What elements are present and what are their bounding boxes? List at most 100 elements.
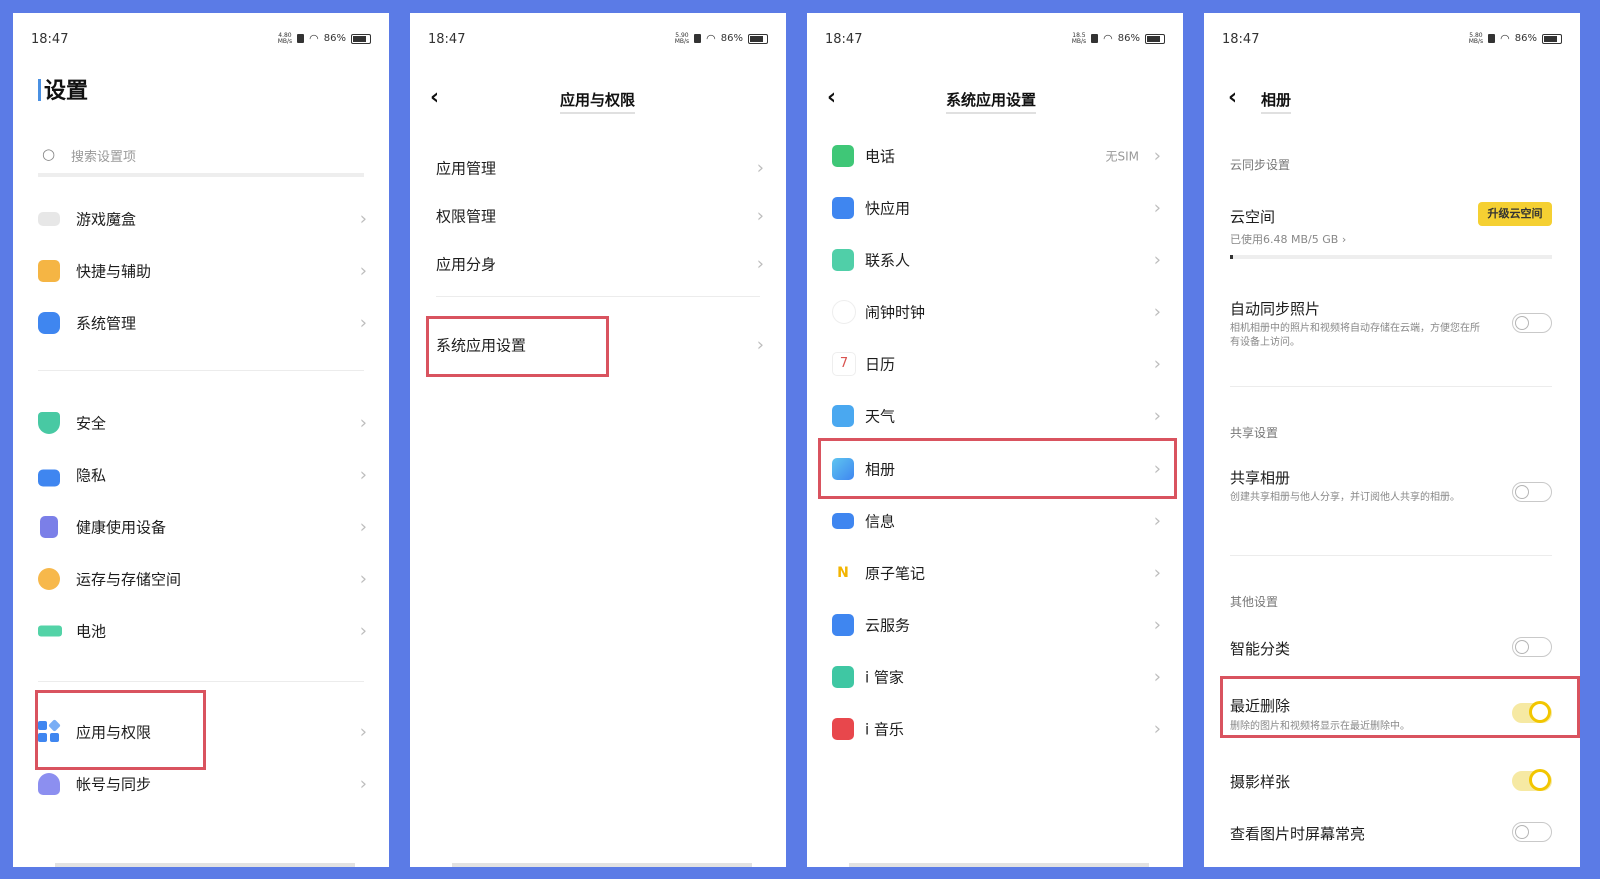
manager-icon	[832, 666, 854, 688]
network-speed: 18.5 MB/s	[1071, 31, 1087, 45]
cloud-usage-bar	[1230, 255, 1552, 259]
search-icon: ○	[42, 145, 56, 163]
back-arrow-icon[interactable]: ‹	[430, 87, 439, 109]
list-item-app-management[interactable]: 应用管理 ›	[410, 142, 786, 194]
notes-icon: N	[832, 562, 854, 584]
battery-percent: 86%	[1117, 33, 1140, 44]
auto-sync-toggle[interactable]	[1512, 313, 1552, 333]
status-time: 18:47	[31, 32, 69, 47]
account-icon	[38, 773, 60, 795]
app-item-contacts[interactable]: 联系人 ›	[807, 234, 1183, 286]
app-item-cloud[interactable]: 云服务 ›	[807, 599, 1183, 651]
settings-item-shortcut[interactable]: 快捷与辅助 ›	[13, 245, 389, 297]
chevron-right-icon: ›	[359, 260, 367, 282]
clock-icon	[832, 300, 856, 324]
battery-percent: 86%	[1514, 33, 1537, 44]
photo-sample-toggle[interactable]	[1512, 769, 1552, 791]
calendar-icon: 7	[832, 352, 856, 376]
network-speed: 5.90 MB/s	[674, 31, 690, 45]
chevron-right-icon: ›	[1153, 614, 1161, 636]
cloud-usage-text[interactable]: 已使用6.48 MB/5 GB ›	[1230, 231, 1346, 247]
list-item-permission-management[interactable]: 权限管理 ›	[410, 190, 786, 242]
chevron-right-icon: ›	[359, 721, 367, 743]
app-item-notes[interactable]: N 原子笔记 ›	[807, 547, 1183, 599]
status-bar: 18:47 5.80 MB/s ◠ 86%	[1222, 32, 1562, 48]
app-item-phone[interactable]: 电话 无SIM ›	[807, 130, 1183, 182]
section-share: 共享设置	[1230, 426, 1279, 440]
settings-item-health[interactable]: 健康使用设备 ›	[13, 501, 389, 553]
shortcut-icon	[38, 260, 60, 282]
highlight-box	[818, 438, 1177, 499]
pie-icon	[38, 568, 60, 590]
sim-icon	[1091, 34, 1099, 43]
section-other: 其他设置	[1230, 595, 1279, 609]
scroll-indicator	[849, 863, 1149, 867]
chevron-right-icon: ›	[359, 516, 367, 538]
page-title: 应用与权限	[560, 89, 636, 114]
settings-item-storage[interactable]: 运存与存储空间 ›	[13, 553, 389, 605]
phone-icon	[832, 145, 854, 167]
app-item-clock[interactable]: 闹钟时钟 ›	[807, 286, 1183, 338]
chevron-right-icon: ›	[1153, 249, 1161, 271]
cloud-space-label[interactable]: 云空间	[1230, 206, 1275, 227]
settings-item-system[interactable]: 系统管理 ›	[13, 297, 389, 349]
battery-icon	[351, 33, 371, 44]
quick-app-icon	[832, 197, 854, 219]
smart-classify-toggle[interactable]	[1512, 637, 1552, 657]
battery-icon	[38, 625, 62, 637]
sim-icon	[694, 34, 702, 43]
chevron-right-icon: ›	[359, 620, 367, 642]
settings-item-privacy[interactable]: 隐私 ›	[13, 449, 389, 501]
battery-icon	[1542, 33, 1562, 44]
chevron-right-icon: ›	[1153, 510, 1161, 532]
search-field[interactable]: ○ 搜索设置项	[38, 141, 364, 177]
contacts-icon	[832, 249, 854, 271]
chevron-right-icon: ›	[1341, 233, 1347, 246]
app-item-messages[interactable]: 信息 ›	[807, 495, 1183, 547]
app-item-quick-app[interactable]: 快应用 ›	[807, 182, 1183, 234]
status-time: 18:47	[1222, 32, 1260, 47]
divider	[38, 681, 364, 682]
chevron-right-icon: ›	[359, 464, 367, 486]
upgrade-cloud-button[interactable]: 升级云空间	[1478, 202, 1552, 226]
auto-sync-desc: 相机相册中的照片和视频将自动存储在云端，方便您在所有设备上访问。	[1230, 323, 1480, 348]
highlight-box	[426, 316, 609, 377]
cloud-icon	[832, 614, 854, 636]
status-bar: 18:47 4.80 MB/s ◠ 86%	[31, 32, 371, 48]
battery-icon	[1145, 33, 1165, 44]
shield-icon	[38, 412, 60, 434]
settings-item-security[interactable]: 安全 ›	[13, 397, 389, 449]
divider	[1230, 386, 1552, 387]
cloud-usage-fill	[1230, 255, 1233, 259]
back-arrow-icon[interactable]: ‹	[827, 87, 836, 109]
settings-screen: 18:47 4.80 MB/s ◠ 86% 设置 ○ 搜索设置项 游戏魔盒 › 快…	[13, 13, 389, 867]
auto-sync-label: 自动同步照片	[1230, 300, 1321, 318]
status-time: 18:47	[825, 32, 863, 47]
chevron-right-icon: ›	[359, 412, 367, 434]
status-bar: 18:47 5.90 MB/s ◠ 86%	[428, 32, 768, 48]
list-item-app-clone[interactable]: 应用分身 ›	[410, 238, 786, 290]
network-speed: 5.80 MB/s	[1468, 31, 1484, 45]
screen-on-toggle[interactable]	[1512, 822, 1552, 842]
network-speed: 4.80 MB/s	[277, 31, 293, 45]
app-item-manager[interactable]: i 管家 ›	[807, 651, 1183, 703]
app-item-weather[interactable]: 天气 ›	[807, 390, 1183, 442]
messages-icon	[832, 513, 854, 529]
wifi-icon: ◠	[1103, 32, 1113, 45]
wifi-icon: ◠	[309, 32, 319, 45]
back-arrow-icon[interactable]: ‹	[1228, 87, 1237, 109]
chevron-right-icon: ›	[1153, 562, 1161, 584]
shared-album-toggle[interactable]	[1512, 482, 1552, 502]
status-bar: 18:47 18.5 MB/s ◠ 86%	[825, 32, 1165, 48]
highlight-box	[1220, 676, 1580, 738]
wifi-icon: ◠	[1500, 32, 1510, 45]
app-item-calendar[interactable]: 7 日历 ›	[807, 338, 1183, 390]
settings-item-game[interactable]: 游戏魔盒 ›	[13, 193, 389, 245]
divider	[38, 370, 364, 371]
chevron-right-icon: ›	[1153, 197, 1161, 219]
chevron-right-icon: ›	[1153, 145, 1161, 167]
chevron-right-icon: ›	[359, 568, 367, 590]
settings-item-battery[interactable]: 电池 ›	[13, 605, 389, 657]
app-item-music[interactable]: i 音乐 ›	[807, 703, 1183, 755]
sim-status: 无SIM	[1105, 149, 1139, 164]
